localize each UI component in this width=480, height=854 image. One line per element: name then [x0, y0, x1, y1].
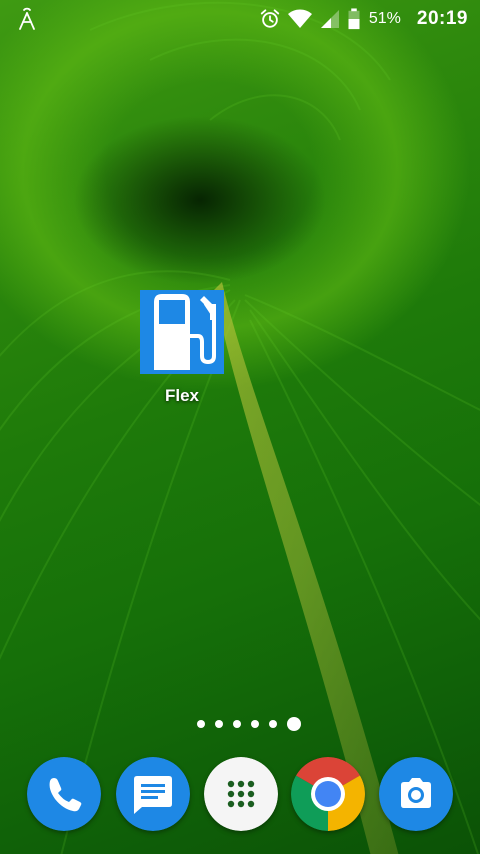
page-dot[interactable] [233, 720, 241, 728]
wifi-icon [287, 9, 312, 28]
apps-grid-icon [227, 780, 255, 808]
dock-messages-button[interactable] [116, 757, 190, 831]
page-dot[interactable] [269, 720, 277, 728]
fuel-pump-icon [140, 290, 224, 374]
battery-percent: 51% [368, 10, 401, 27]
chrome-icon [291, 757, 365, 831]
dock-camera-button[interactable] [379, 757, 453, 831]
page-dot[interactable] [251, 720, 259, 728]
page-indicator[interactable] [0, 716, 480, 732]
app-label-flex: Flex [164, 386, 200, 405]
home-screen: 51% 20:19 Flex [0, 0, 480, 854]
alarm-icon [260, 9, 280, 28]
dock-phone-button[interactable] [27, 757, 101, 831]
status-bar: 51% 20:19 [0, 0, 480, 38]
cell-signal-icon [320, 10, 339, 28]
dock-chrome-button[interactable] [291, 757, 365, 831]
page-dot-active[interactable] [287, 717, 301, 731]
camera-icon [401, 778, 431, 808]
signal-antenna-icon [19, 7, 35, 30]
dock-app-drawer-button[interactable] [204, 757, 278, 831]
status-icons: 51% 20:19 [259, 4, 468, 34]
page-dot[interactable] [197, 720, 205, 728]
status-clock: 20:19 [416, 8, 468, 29]
battery-icon [348, 8, 360, 30]
page-dot[interactable] [215, 720, 223, 728]
app-icon-flex[interactable]: Flex [130, 290, 234, 406]
dock [0, 757, 480, 831]
